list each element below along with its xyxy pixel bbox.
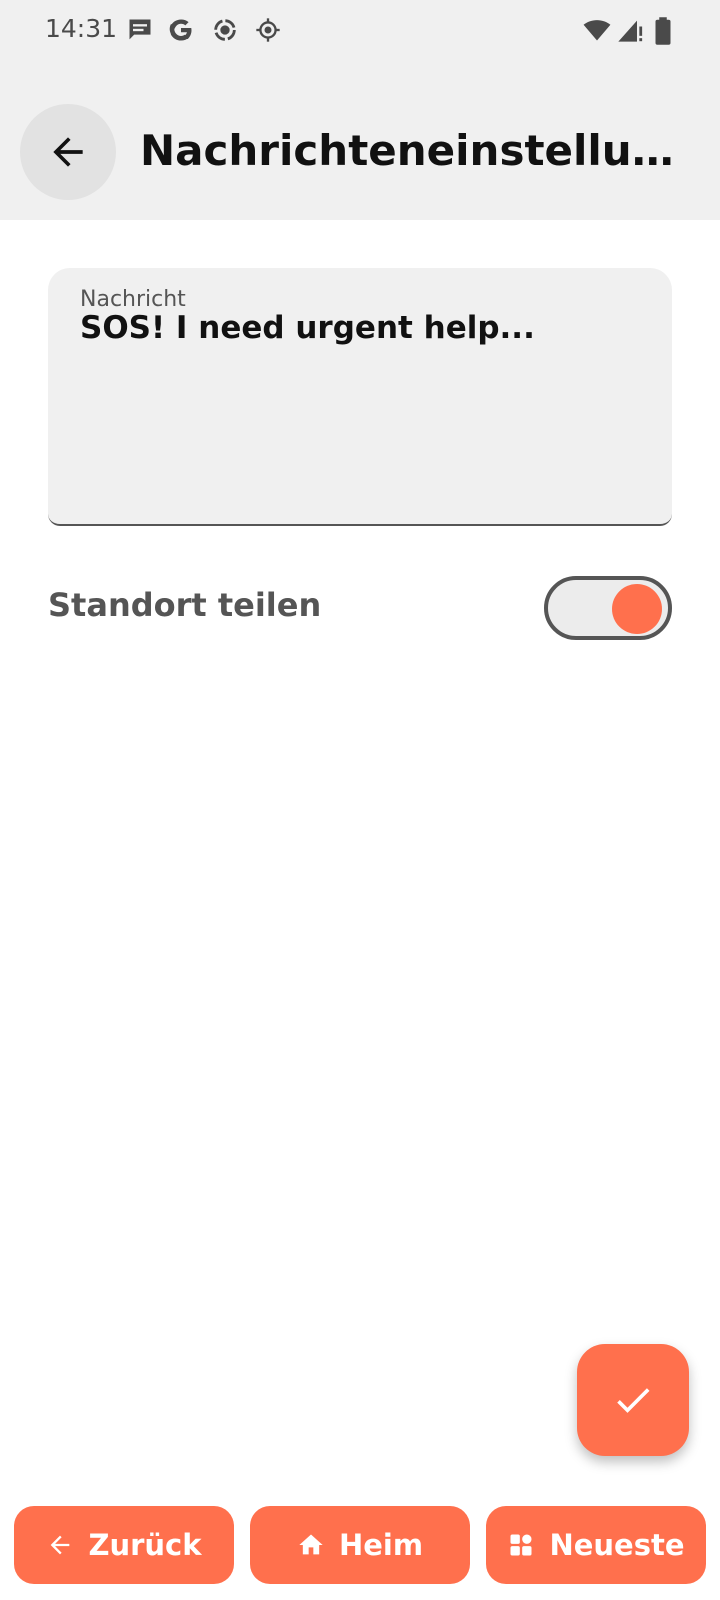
nav-home-button[interactable]: Heim — [250, 1506, 470, 1584]
signal-icon — [616, 16, 644, 44]
check-icon — [611, 1378, 655, 1422]
save-button[interactable] — [577, 1344, 689, 1456]
arrow-back-icon — [46, 130, 90, 174]
status-time: 14:31 — [45, 14, 118, 43]
switch-knob — [612, 584, 662, 634]
message-field-value[interactable]: SOS! I need urgent help... — [80, 310, 535, 346]
nav-latest-button[interactable]: Neueste — [486, 1506, 706, 1584]
status-bar: 14:31 — [0, 0, 720, 62]
battery-icon — [652, 16, 680, 45]
nav-latest-label: Neueste — [549, 1528, 685, 1562]
nav-back-label: Zurück — [88, 1528, 202, 1562]
home-icon — [297, 1531, 325, 1559]
google-icon — [167, 16, 195, 44]
wifi-icon — [582, 16, 611, 44]
arrow-back-icon — [46, 1531, 74, 1559]
share-location-switch[interactable] — [544, 576, 672, 640]
message-field[interactable]: Nachricht SOS! I need urgent help... — [48, 268, 672, 526]
screen-record-icon — [211, 16, 239, 44]
grid-icon — [507, 1531, 535, 1559]
page-title: Nachrichteneinstellungen — [140, 126, 680, 175]
nav-home-label: Heim — [338, 1528, 424, 1562]
share-location-label: Standort teilen — [48, 586, 322, 624]
message-icon — [126, 16, 154, 44]
location-icon — [254, 16, 282, 44]
back-button[interactable] — [20, 104, 116, 200]
message-field-label: Nachricht — [80, 287, 186, 312]
nav-back-button[interactable]: Zurück — [14, 1506, 234, 1584]
